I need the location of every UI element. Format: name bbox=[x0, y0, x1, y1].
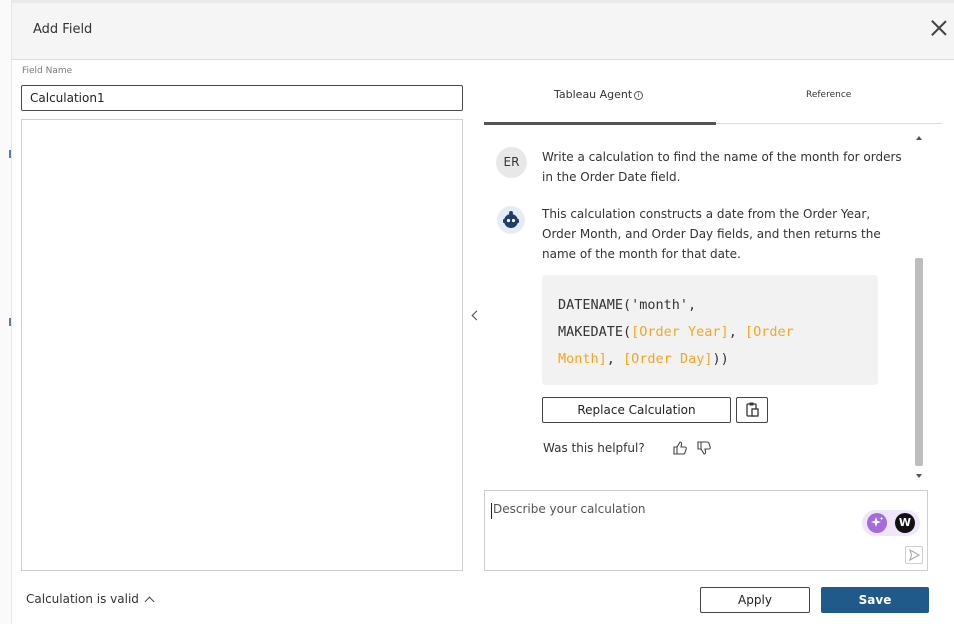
code-line: Month], [Order Day])) bbox=[558, 346, 862, 373]
scroll-up-arrow-icon[interactable] bbox=[916, 136, 922, 140]
describe-calculation-placeholder: Describe your calculation bbox=[493, 502, 646, 516]
agent-bot-icon bbox=[497, 206, 525, 234]
helpful-prompt: Was this helpful? bbox=[543, 441, 645, 455]
field-reference: [Order Year] bbox=[631, 324, 729, 340]
field-reference: [Order Day] bbox=[623, 351, 713, 367]
scrollbar-thumb[interactable] bbox=[915, 258, 923, 466]
calculation-code-block: DATENAME('month', MAKEDATE([Order Year],… bbox=[542, 275, 878, 385]
code-text: )) bbox=[712, 351, 729, 367]
field-reference: [Order bbox=[744, 324, 794, 340]
tab-label: Reference bbox=[806, 90, 852, 100]
tab-tableau-agent[interactable]: Tableau Agent i bbox=[554, 88, 644, 101]
code-text: , bbox=[606, 351, 624, 367]
edge-marker bbox=[9, 150, 11, 158]
apply-button[interactable]: Apply bbox=[700, 587, 810, 613]
edge-marker bbox=[9, 318, 11, 326]
replace-calculation-button[interactable]: Replace Calculation bbox=[542, 397, 731, 423]
send-button[interactable] bbox=[905, 546, 923, 564]
thumbs-down-icon[interactable] bbox=[696, 440, 712, 456]
code-text: , bbox=[728, 324, 745, 340]
close-icon[interactable] bbox=[928, 17, 950, 39]
thumbs-up-icon[interactable] bbox=[672, 440, 688, 456]
collapse-panel-chevron-icon[interactable] bbox=[468, 308, 482, 324]
dialog-header: Add Field bbox=[12, 0, 954, 60]
field-name-label: Field Name bbox=[22, 66, 73, 76]
clipboard-icon bbox=[746, 402, 759, 417]
tab-reference[interactable]: Reference bbox=[806, 90, 851, 100]
tab-divider bbox=[716, 123, 942, 124]
code-text: DATENAME('month', bbox=[558, 297, 697, 313]
text-cursor bbox=[491, 503, 492, 519]
info-icon[interactable]: i bbox=[634, 91, 644, 100]
field-reference: Month] bbox=[558, 351, 607, 367]
field-name-input[interactable] bbox=[21, 85, 463, 111]
user-avatar: ER bbox=[496, 147, 527, 178]
w-logo-icon[interactable]: W bbox=[895, 513, 915, 533]
validation-status-text: Calculation is valid bbox=[26, 592, 139, 606]
user-message: Write a calculation to find the name of … bbox=[542, 150, 902, 184]
validation-status[interactable]: Calculation is valid bbox=[26, 592, 155, 606]
chat-scrollbar[interactable] bbox=[912, 132, 926, 484]
sparkle-icon[interactable] bbox=[867, 513, 887, 533]
active-tab-indicator bbox=[484, 122, 716, 125]
scroll-down-arrow-icon[interactable] bbox=[916, 474, 922, 478]
code-line: MAKEDATE([Order Year], [Order bbox=[558, 319, 862, 346]
tab-label: Tableau Agent bbox=[554, 88, 633, 101]
background-window-edge bbox=[0, 0, 12, 624]
dialog-title: Add Field bbox=[33, 22, 93, 37]
code-line: DATENAME('month', bbox=[558, 292, 862, 319]
code-text: MAKEDATE( bbox=[558, 324, 632, 340]
agent-message: This calculation constructs a date from … bbox=[542, 207, 881, 261]
copy-button[interactable] bbox=[736, 397, 768, 423]
chevron-up-icon bbox=[144, 596, 155, 606]
send-arrow-icon bbox=[909, 548, 921, 562]
calculation-editor[interactable] bbox=[21, 119, 463, 571]
save-button[interactable]: Save bbox=[821, 587, 929, 613]
